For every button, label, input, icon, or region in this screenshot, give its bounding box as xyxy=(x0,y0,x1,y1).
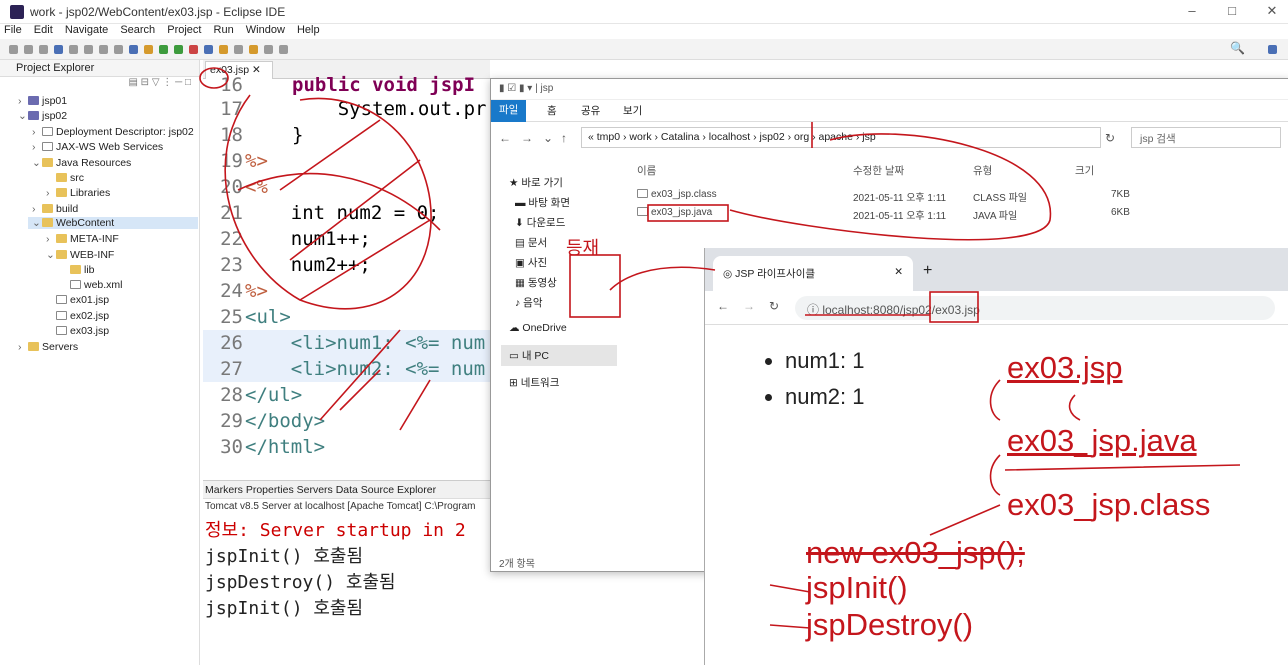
annotation-strokes xyxy=(199,67,1241,629)
